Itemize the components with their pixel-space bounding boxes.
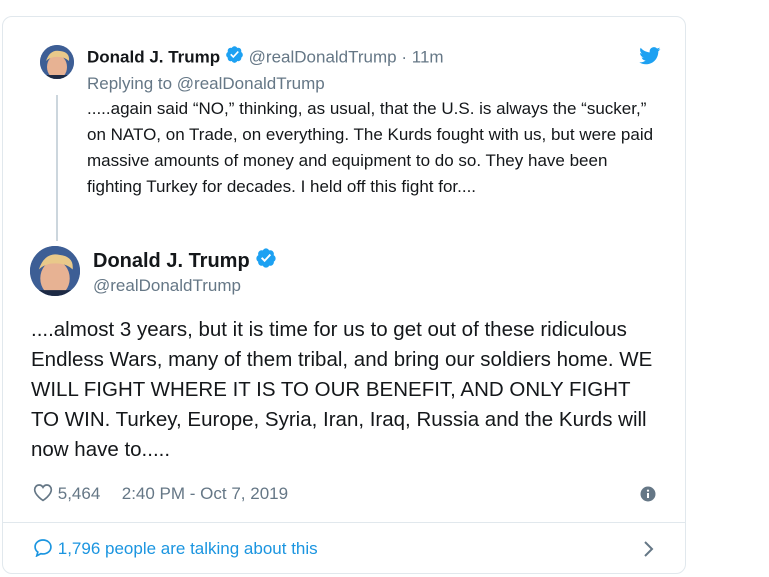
conversation-count-text[interactable]: 1,796 people are talking about this bbox=[58, 539, 318, 558]
chevron-right-icon[interactable] bbox=[643, 540, 655, 563]
like-button[interactable]: 5,464 bbox=[33, 482, 100, 509]
reply-author-avatar[interactable] bbox=[40, 45, 74, 79]
dot-separator: · bbox=[401, 47, 408, 67]
verified-badge-icon bbox=[255, 247, 277, 276]
tweet-meta-row: 5,464 2:40 PM - Oct 7, 2019 bbox=[33, 482, 288, 509]
embedded-tweet-card: Donald J. Trump @realDonaldTrump · 11m R… bbox=[2, 16, 686, 574]
info-icon[interactable] bbox=[640, 486, 656, 507]
reply-time-ago[interactable]: 11m bbox=[412, 47, 444, 66]
like-count: 5,464 bbox=[57, 484, 101, 503]
reply-tweet-text: .....again said “NO,” thinking, as usual… bbox=[87, 99, 654, 196]
reply-author-name[interactable]: Donald J. Trump bbox=[87, 47, 220, 66]
main-tweet-header: Donald J. Trump bbox=[93, 247, 277, 276]
reply-header: Donald J. Trump @realDonaldTrump · 11m bbox=[87, 45, 444, 71]
main-tweet-text: ....almost 3 years, but it is time for u… bbox=[31, 318, 653, 461]
conversation-link[interactable]: 1,796 people are talking about this bbox=[33, 537, 318, 564]
footer-divider bbox=[3, 522, 685, 523]
main-author-name[interactable]: Donald J. Trump bbox=[93, 250, 250, 272]
reply-author-handle[interactable]: @realDonaldTrump bbox=[249, 47, 397, 66]
main-author-handle[interactable]: @realDonaldTrump bbox=[93, 275, 241, 297]
speech-bubble-icon bbox=[33, 538, 53, 564]
twitter-bird-icon[interactable] bbox=[639, 47, 661, 70]
verified-badge-icon bbox=[225, 45, 244, 71]
main-author-avatar[interactable] bbox=[30, 246, 80, 296]
replying-to-label[interactable]: Replying to @realDonaldTrump bbox=[87, 71, 325, 97]
heart-icon bbox=[33, 483, 53, 509]
thread-connector-line bbox=[56, 95, 58, 241]
tweet-timestamp[interactable]: 2:40 PM - Oct 7, 2019 bbox=[122, 484, 288, 503]
